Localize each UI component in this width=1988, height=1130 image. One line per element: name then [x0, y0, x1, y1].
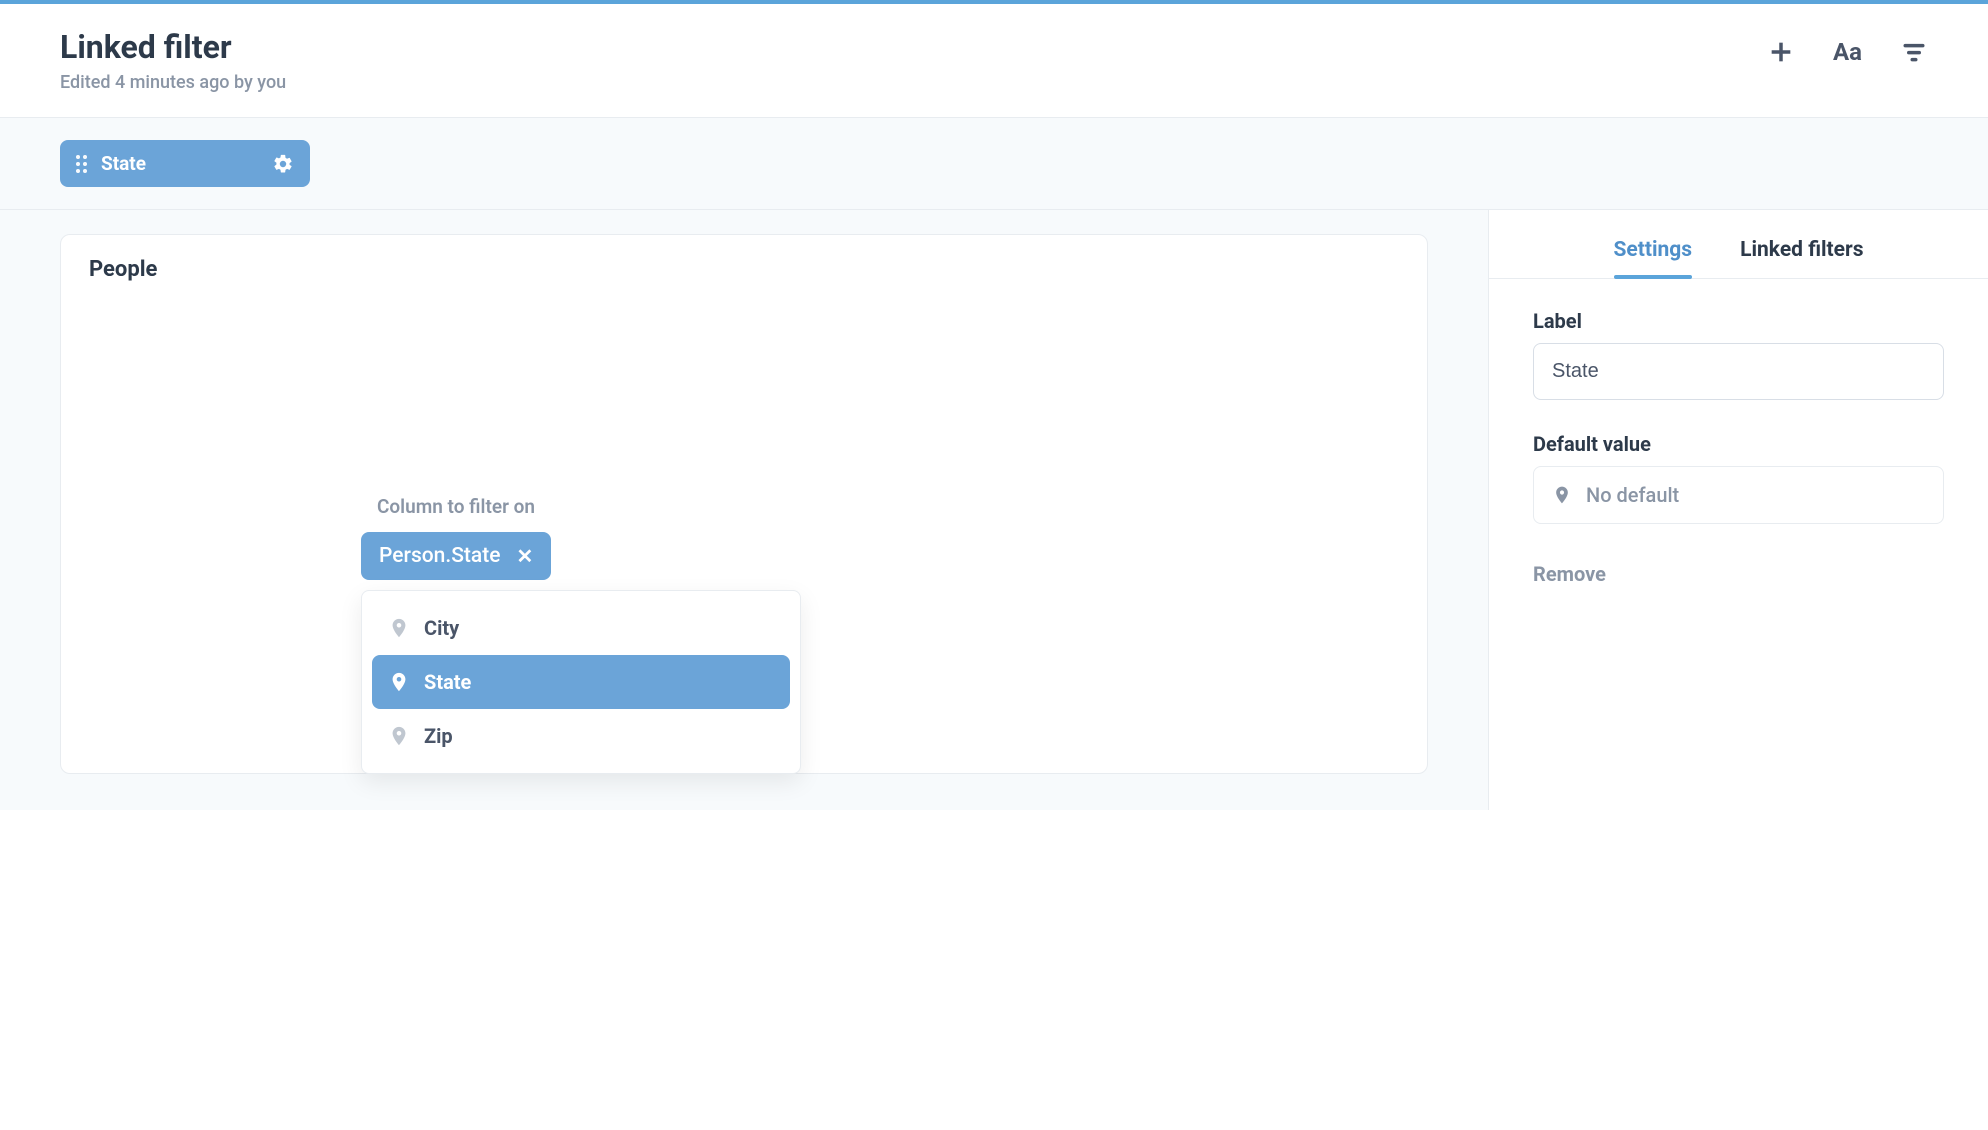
- column-dropdown: City State Zip: [361, 590, 801, 774]
- remove-button[interactable]: Remove: [1533, 562, 1944, 586]
- dropdown-item-city[interactable]: City: [372, 601, 790, 655]
- card-title: People: [89, 257, 1399, 282]
- filter-chip-state[interactable]: State: [60, 140, 310, 187]
- header-actions: Aa: [1767, 38, 1928, 66]
- main-column: People Column to filter on Person.State …: [0, 210, 1488, 810]
- header-title-block: Linked filter Edited 4 minutes ago by yo…: [60, 28, 286, 93]
- default-value-input[interactable]: No default: [1533, 466, 1944, 524]
- location-pin-icon: [388, 669, 410, 695]
- filter-bar: State: [0, 118, 1988, 210]
- people-card: People Column to filter on Person.State …: [60, 234, 1428, 774]
- dropdown-item-label: Zip: [424, 724, 453, 748]
- side-panel-tabs: Settings Linked filters: [1489, 210, 1988, 279]
- side-panel-body: Label Default value No default Remove: [1489, 279, 1988, 616]
- page-header: Linked filter Edited 4 minutes ago by yo…: [0, 4, 1988, 118]
- close-icon[interactable]: ✕: [516, 544, 533, 568]
- default-value-group: Default value No default: [1533, 432, 1944, 524]
- label-field-label: Label: [1533, 309, 1944, 333]
- edited-subtitle: Edited 4 minutes ago by you: [60, 72, 286, 93]
- tab-linked-filters[interactable]: Linked filters: [1740, 228, 1863, 278]
- filter-icon[interactable]: [1900, 38, 1928, 66]
- dropdown-item-label: State: [424, 670, 471, 694]
- tab-settings[interactable]: Settings: [1614, 228, 1693, 278]
- label-input[interactable]: [1533, 343, 1944, 400]
- column-filter-block: Column to filter on Person.State ✕ City: [361, 495, 801, 774]
- side-panel: Settings Linked filters Label Default va…: [1488, 210, 1988, 810]
- gear-icon[interactable]: [272, 153, 294, 175]
- default-value-label: Default value: [1533, 432, 1944, 456]
- text-style-icon[interactable]: Aa: [1833, 38, 1862, 66]
- location-pin-icon: [388, 723, 410, 749]
- dropdown-item-label: City: [424, 616, 459, 640]
- dropdown-item-zip[interactable]: Zip: [372, 709, 790, 763]
- column-filter-token[interactable]: Person.State ✕: [361, 532, 551, 580]
- column-filter-label: Column to filter on: [377, 495, 535, 518]
- filter-chip-label: State: [101, 152, 146, 175]
- body-area: People Column to filter on Person.State …: [0, 210, 1988, 810]
- drag-handle-icon[interactable]: [76, 155, 87, 173]
- column-filter-token-text: Person.State: [379, 544, 500, 568]
- plus-icon[interactable]: [1767, 38, 1795, 66]
- page-title: Linked filter: [60, 28, 286, 66]
- default-value-placeholder: No default: [1586, 483, 1679, 507]
- label-field-group: Label: [1533, 309, 1944, 400]
- dropdown-item-state[interactable]: State: [372, 655, 790, 709]
- location-pin-icon: [388, 615, 410, 641]
- location-pin-icon: [1552, 483, 1572, 507]
